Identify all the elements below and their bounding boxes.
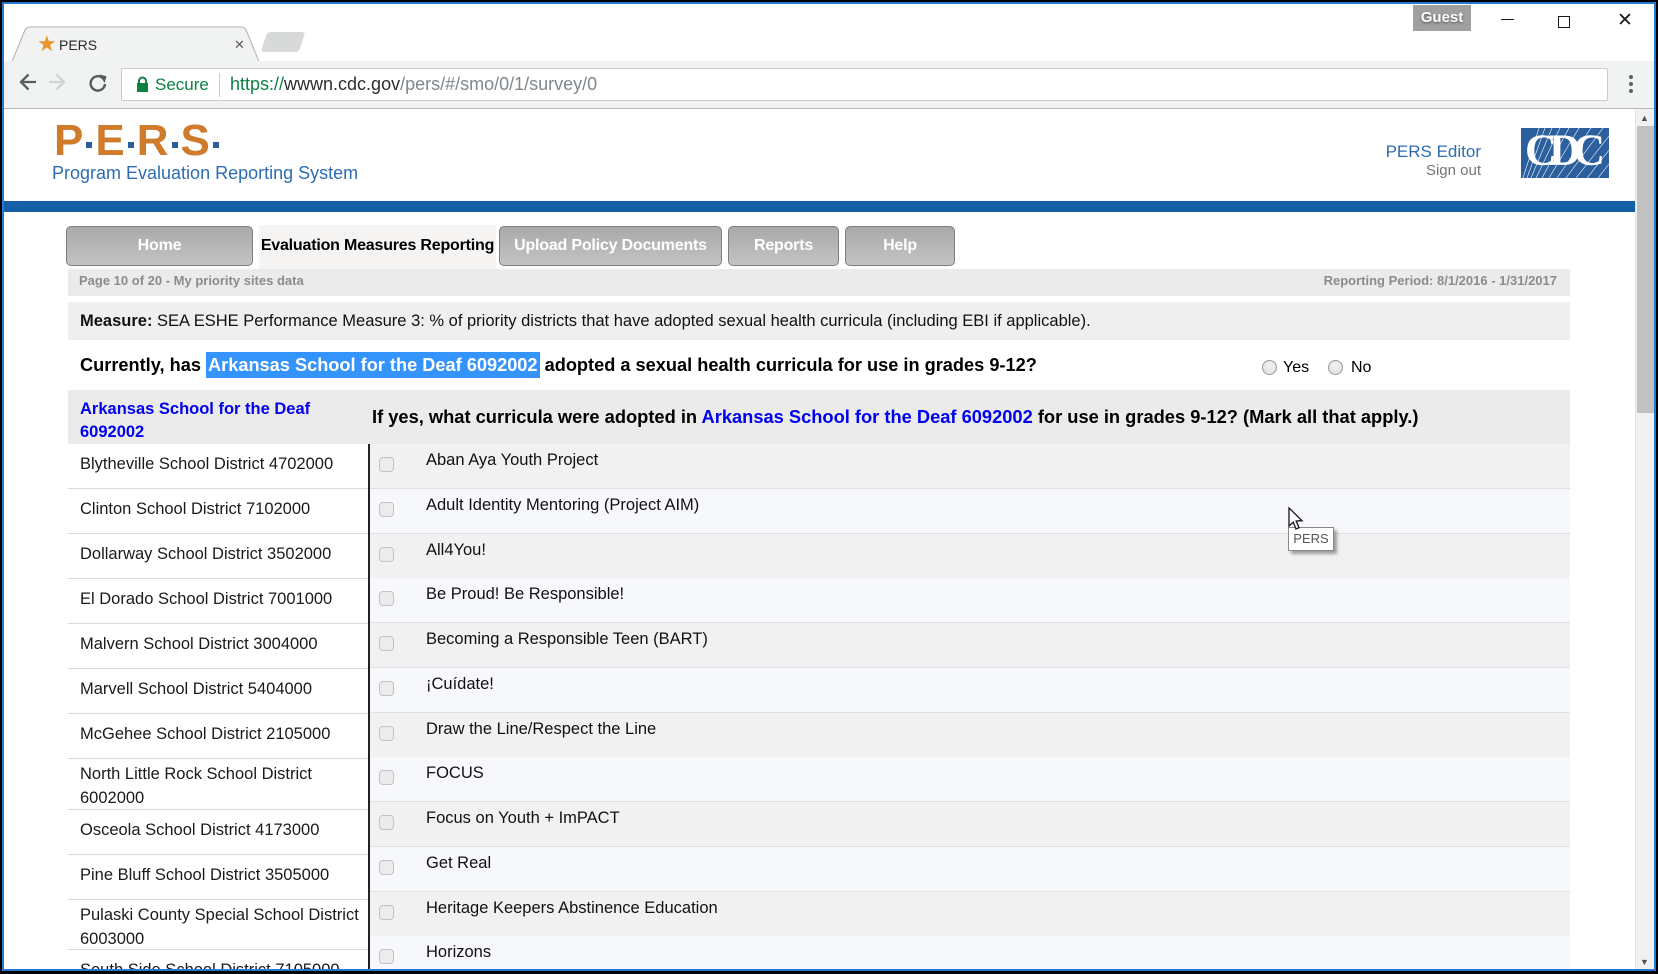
svg-text:CDC: CDC [1525,128,1605,175]
